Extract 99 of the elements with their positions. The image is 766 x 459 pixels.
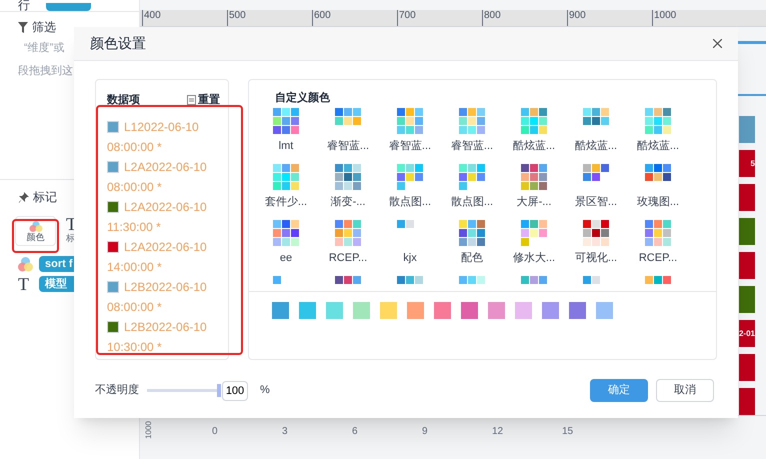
color-button[interactable]: 颜色 (15, 216, 56, 246)
palette-swatches[interactable] (521, 164, 547, 190)
palette-name[interactable]: 修水大... (512, 250, 556, 266)
palette-name[interactable]: 配色 (461, 250, 483, 266)
axis-label: 3 (282, 425, 289, 439)
palette-swatches[interactable] (521, 108, 547, 134)
axis-label: 9 (422, 425, 429, 439)
chart-bar (739, 252, 755, 279)
color-swatch[interactable] (380, 302, 397, 319)
filter-hint: “维度”或 (24, 40, 64, 56)
palette-name[interactable]: ee (280, 250, 292, 266)
axis-label: 15 (562, 425, 574, 439)
palette-swatches[interactable] (645, 220, 671, 246)
ruler-label: 700 (397, 10, 482, 26)
palette-name[interactable]: 景区智... (574, 194, 618, 210)
bar-label: 2-01 (738, 328, 755, 340)
palette-swatches[interactable] (397, 108, 423, 134)
pin-icon (18, 192, 29, 202)
ruler-label: 600 (312, 10, 397, 26)
ruler-label: 500 (227, 10, 312, 26)
palette-swatches[interactable] (273, 220, 299, 246)
opacity-input[interactable]: 100 (222, 380, 248, 400)
cancel-button[interactable]: 取消 (656, 379, 714, 402)
text-icon: T (18, 276, 33, 292)
color-swatch[interactable] (353, 302, 370, 319)
palette-name[interactable]: RCEP... (328, 250, 368, 266)
color-swatch[interactable] (407, 302, 424, 319)
reset-icon (187, 95, 196, 106)
field-tag (46, 3, 91, 11)
circles-icon (28, 220, 42, 232)
palette-swatches[interactable] (397, 164, 423, 190)
palette-swatches[interactable] (521, 220, 547, 246)
palette-name[interactable]: 可视化... (574, 250, 618, 266)
color-swatch[interactable] (488, 302, 505, 319)
palette-name[interactable]: 酷炫蓝... (512, 138, 556, 154)
palette-swatches[interactable] (459, 108, 485, 134)
palette-swatches[interactable] (459, 220, 485, 246)
palette-name[interactable]: 酷炫蓝... (574, 138, 618, 154)
palette-name[interactable]: 睿智蓝... (388, 138, 432, 154)
marks-title: 标记 (33, 189, 57, 206)
palette-name[interactable]: kjx (403, 250, 417, 266)
palette-swatches[interactable] (645, 108, 671, 134)
chart-bar (739, 218, 755, 245)
palette-name[interactable]: 散点图... (450, 194, 494, 210)
color-swatch[interactable] (434, 302, 451, 319)
bar-label: 5 (750, 158, 755, 170)
palette-swatches[interactable] (273, 164, 299, 190)
palette-name[interactable]: 睿智蓝... (450, 138, 494, 154)
axis-label: 6 (352, 425, 359, 439)
opacity-label: 不透明度 (95, 382, 139, 398)
axis-label: 0 (212, 425, 219, 439)
palette-swatches[interactable] (273, 108, 299, 134)
palette-swatches[interactable] (335, 164, 361, 190)
filter-icon (18, 22, 28, 32)
chart-bar (739, 286, 755, 313)
opacity-slider[interactable] (147, 384, 221, 397)
palette-name[interactable]: lmt (278, 138, 294, 154)
filter-title: 筛选 (32, 19, 56, 36)
palette-swatches[interactable] (459, 164, 485, 190)
filter-hint: 段拖拽到这 (18, 64, 73, 78)
series-line (738, 41, 766, 44)
axis-label: 12 (492, 425, 504, 439)
ruler-label: 1000 (652, 10, 737, 26)
palette-name[interactable]: 渐变-... (330, 194, 366, 210)
color-swatch[interactable] (515, 302, 532, 319)
color-swatch[interactable] (272, 302, 289, 319)
series-line (738, 94, 766, 96)
chart-bar (739, 116, 755, 143)
color-swatch[interactable] (326, 302, 343, 319)
palette-name[interactable]: 酷炫蓝... (636, 138, 680, 154)
palette-swatches[interactable] (583, 220, 609, 246)
panel-title: 数据项 (107, 93, 140, 108)
color-swatch[interactable] (569, 302, 586, 319)
circles-icon (18, 256, 33, 272)
close-icon[interactable] (713, 39, 722, 48)
ruler-label: 900 (567, 10, 652, 26)
palette-name[interactable]: 散点图... (388, 194, 432, 210)
palette-swatches[interactable] (335, 220, 361, 246)
panel-title: 自定义颜色 (274, 90, 331, 106)
palette-name[interactable]: 玫瑰图... (636, 194, 680, 210)
palette-name[interactable]: RCEP... (638, 250, 678, 266)
palette-name[interactable]: 睿智蓝... (326, 138, 370, 154)
reset-button[interactable]: 重置 (187, 92, 220, 108)
palette-name[interactable]: 大屏-... (516, 194, 552, 210)
chart-bar (739, 184, 755, 211)
color-swatch[interactable] (596, 302, 613, 319)
palette-name[interactable]: 套件少... (264, 194, 308, 210)
chart-bar (739, 388, 755, 415)
color-swatch[interactable] (461, 302, 478, 319)
ruler-label: 800 (482, 10, 567, 26)
chart-bar (739, 354, 755, 381)
ruler-label: 400 (142, 10, 227, 26)
percent-sign: % (260, 383, 270, 398)
highlight-box (12, 219, 59, 253)
dialog-title: 颜色设置 (90, 34, 146, 53)
color-swatch[interactable] (542, 302, 559, 319)
color-swatch[interactable] (299, 302, 316, 319)
axis-label: 1000 (144, 421, 153, 439)
slider-handle[interactable] (217, 384, 221, 397)
